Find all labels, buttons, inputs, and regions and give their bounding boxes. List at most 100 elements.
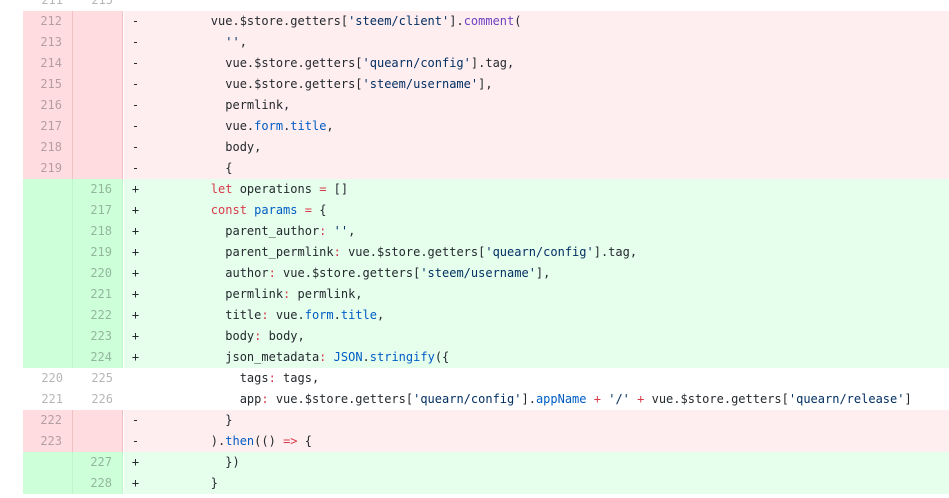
new-line-number[interactable]	[73, 410, 123, 431]
code-text: }	[153, 476, 218, 490]
diff-sign: -	[131, 14, 140, 28]
diff-gutter-gap	[0, 452, 23, 473]
old-line-number[interactable]	[23, 347, 73, 368]
new-line-number[interactable]: 224	[73, 347, 123, 368]
code-token: body,	[261, 329, 305, 343]
old-line-number[interactable]: 221	[23, 389, 73, 410]
old-line-number[interactable]	[23, 221, 73, 242]
old-line-number[interactable]: 213	[23, 32, 73, 53]
new-line-number[interactable]	[73, 431, 123, 452]
code-token: :	[268, 266, 276, 280]
old-line-number[interactable]: 217	[23, 116, 73, 137]
new-line-number[interactable]: 223	[73, 326, 123, 347]
diff-line-del: 215 - vue.$store.getters['steem/username'…	[0, 74, 949, 95]
old-line-number[interactable]: 211	[23, 0, 73, 11]
code-text: vue.$store.getters['steem/username'],	[153, 77, 493, 91]
diff-line-ctx: 211 215	[0, 0, 949, 11]
code-token: :	[261, 392, 269, 406]
new-line-number[interactable]: 215	[73, 0, 123, 11]
old-line-number[interactable]: 214	[23, 53, 73, 74]
code-token: let	[210, 182, 233, 196]
new-line-number[interactable]: 221	[73, 284, 123, 305]
code-token: JSON	[333, 350, 363, 364]
new-line-number[interactable]: 219	[73, 242, 123, 263]
new-line-number[interactable]	[73, 116, 123, 137]
new-line-number[interactable]: 217	[73, 200, 123, 221]
new-line-number[interactable]	[73, 158, 123, 179]
old-line-number[interactable]	[23, 284, 73, 305]
old-line-number[interactable]	[23, 305, 73, 326]
diff-gutter-gap	[0, 158, 23, 179]
code-token: tags,	[275, 371, 320, 385]
code-line: + }	[124, 473, 949, 494]
code-token: 'quearn/config'	[485, 245, 594, 259]
old-line-number[interactable]	[23, 179, 73, 200]
diff-line-add: 219 + parent_permlink: vue.$store.getters…	[0, 242, 949, 263]
diff-line-del: 214 - vue.$store.getters['quearn/config']…	[0, 53, 949, 74]
old-line-number[interactable]: 215	[23, 74, 73, 95]
code-text: {	[153, 161, 232, 175]
code-token: (	[514, 14, 522, 28]
code-token: parent_author	[153, 224, 320, 238]
new-line-number[interactable]: 227	[73, 452, 123, 473]
new-line-number[interactable]	[73, 137, 123, 158]
new-line-number[interactable]	[73, 32, 123, 53]
diff-sign: -	[131, 161, 140, 175]
new-line-number[interactable]: 222	[73, 305, 123, 326]
code-line: - vue.$store.getters['quearn/config'].ta…	[124, 53, 949, 74]
old-line-number[interactable]: 223	[23, 431, 73, 452]
code-token: permlink,	[153, 98, 291, 112]
new-line-number[interactable]: 218	[73, 221, 123, 242]
code-token: .	[333, 308, 341, 322]
old-line-number[interactable]: 222	[23, 410, 73, 431]
diff-sign: -	[131, 413, 140, 427]
new-line-number[interactable]	[73, 95, 123, 116]
code-token: 'steem/username'	[362, 77, 479, 91]
code-line: - {	[124, 158, 949, 179]
diff-gutter-gap	[0, 347, 23, 368]
new-line-number[interactable]	[73, 11, 123, 32]
new-line-number[interactable]: 225	[73, 368, 123, 389]
new-line-number[interactable]	[73, 74, 123, 95]
old-line-number[interactable]: 220	[23, 368, 73, 389]
new-line-number[interactable]: 228	[73, 473, 123, 494]
old-line-number[interactable]	[23, 326, 73, 347]
code-token: vue.$store.getters[	[268, 392, 414, 406]
old-line-number[interactable]	[23, 242, 73, 263]
code-token: ],	[478, 77, 493, 91]
old-line-number[interactable]	[23, 473, 73, 494]
old-line-number[interactable]	[23, 263, 73, 284]
old-line-number[interactable]: 216	[23, 95, 73, 116]
code-token: ({	[434, 350, 450, 364]
code-token: ].	[449, 14, 464, 28]
new-line-number[interactable]: 226	[73, 389, 123, 410]
old-line-number[interactable]: 218	[23, 137, 73, 158]
diff-line-add: 216 + let operations = []	[0, 179, 949, 200]
code-token: parent_permlink	[153, 245, 334, 259]
old-line-number[interactable]	[23, 452, 73, 473]
new-line-number[interactable]: 216	[73, 179, 123, 200]
diff-gutter-gap	[0, 137, 23, 158]
code-token: {	[297, 434, 312, 448]
code-token: tags	[153, 371, 269, 385]
code-token: :	[261, 308, 269, 322]
diff-sign: -	[131, 434, 140, 448]
code-text: body: body,	[153, 329, 305, 343]
new-line-number[interactable]: 220	[73, 263, 123, 284]
diff-sign: +	[131, 224, 140, 238]
diff-line-add: 220 + author: vue.$store.getters['steem/u…	[0, 263, 949, 284]
old-line-number[interactable]: 212	[23, 11, 73, 32]
code-token: 'quearn/config'	[362, 56, 471, 70]
code-token: {	[311, 203, 327, 217]
old-line-number[interactable]: 219	[23, 158, 73, 179]
code-token: 'quearn/config'	[413, 392, 522, 406]
diff-line-add: 223 + body: body,	[0, 326, 949, 347]
new-line-number[interactable]	[73, 53, 123, 74]
code-token: ].	[521, 392, 536, 406]
diff-line-del: 217 - vue.form.title,	[0, 116, 949, 137]
old-line-number[interactable]	[23, 200, 73, 221]
